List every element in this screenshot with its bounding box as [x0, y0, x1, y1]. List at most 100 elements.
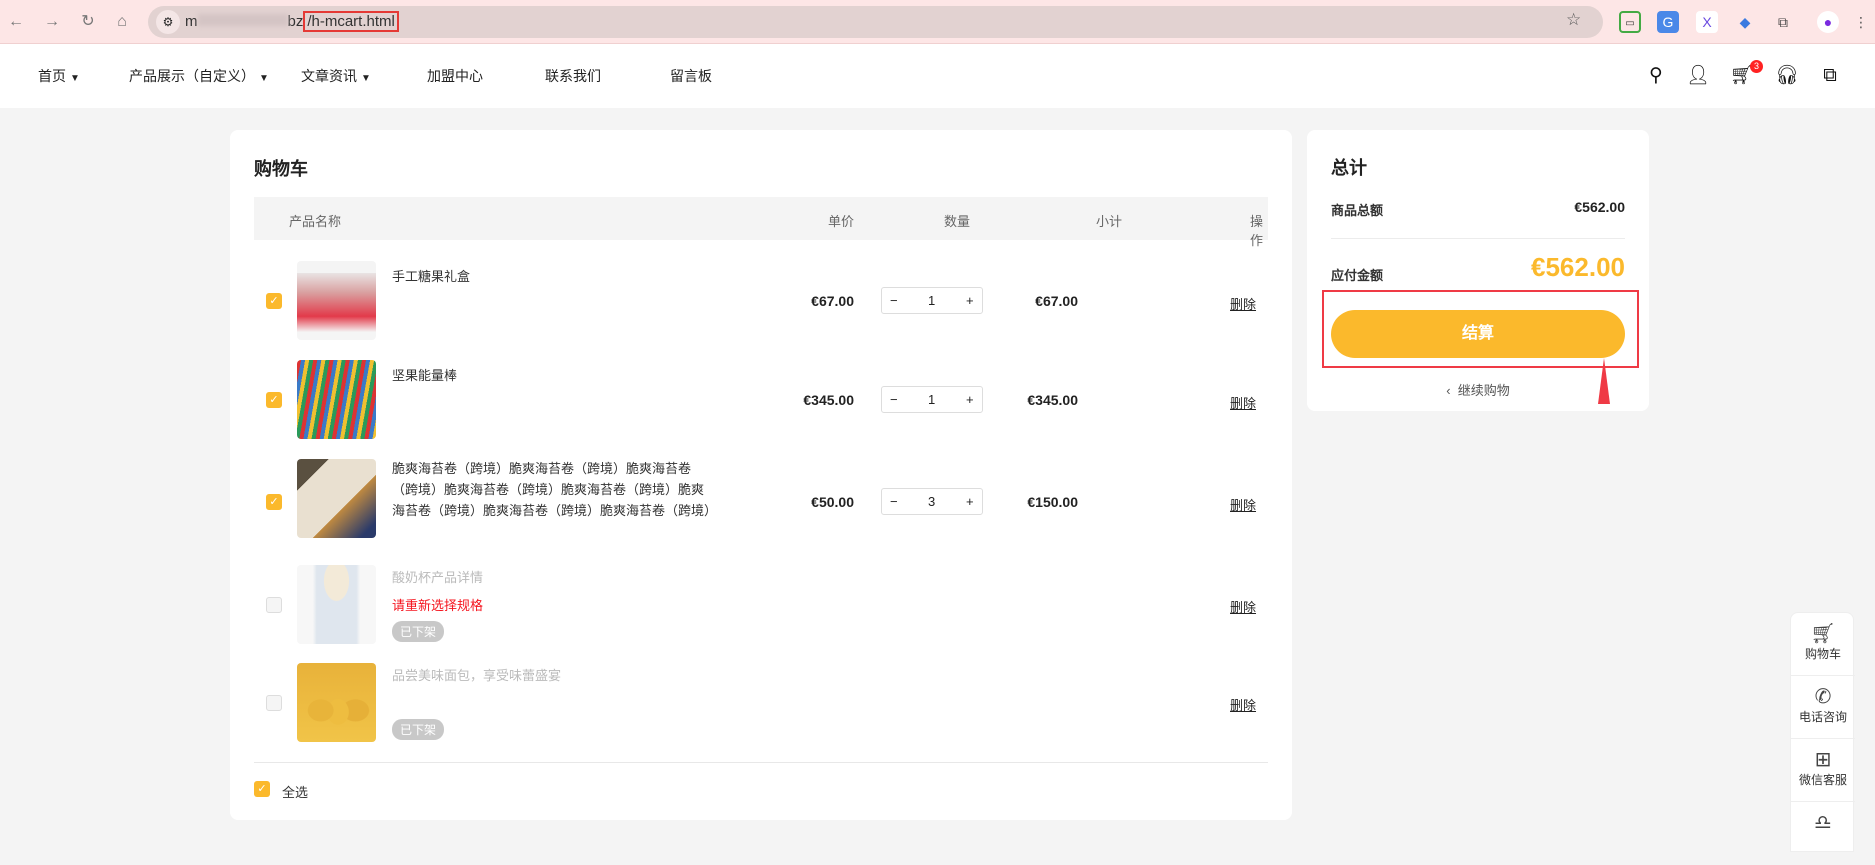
decrement-button[interactable]: − — [890, 392, 898, 407]
cart-table-header: 产品名称 单价 数量 小计 操作 — [254, 197, 1268, 248]
nav-contact[interactable]: 联系我们 — [545, 66, 601, 86]
payable-label: 应付金额 — [1331, 268, 1384, 283]
float-cart[interactable]: 🛒︎ 购物车 — [1791, 613, 1855, 676]
product-image[interactable] — [297, 261, 376, 340]
extensions-icon[interactable]: ⧉ — [1772, 11, 1794, 33]
quantity-input[interactable]: 1 — [928, 392, 935, 407]
site-nav: 首页 ▼ 产品展示（自定义） ▼ 文章资讯 ▼ 加盟中心 联系我们 留言板 ⚲ 👤︎ … — [0, 44, 1875, 108]
product-image[interactable] — [297, 459, 376, 538]
item-checkbox-disabled — [266, 695, 282, 711]
product-image[interactable] — [297, 663, 376, 742]
col-action: 操作 — [1250, 214, 1264, 248]
goods-total-value: €562.00 — [1574, 199, 1625, 215]
nav-franchise[interactable]: 加盟中心 — [427, 66, 483, 86]
delete-link[interactable]: 删除 — [1230, 597, 1256, 616]
delete-link[interactable]: 删除 — [1230, 495, 1256, 514]
cart-row-unavailable: 品尝美味面包，享受味蕾盛宴 已下架 删除 — [230, 663, 1292, 753]
x-extension-icon[interactable]: X — [1696, 11, 1718, 33]
url-prefix: m — [185, 13, 198, 30]
url-path-highlight: /h-mcart.html — [303, 11, 399, 32]
user-icon[interactable]: 👤︎ — [1686, 64, 1710, 88]
subtotal: €150.00 — [1027, 494, 1078, 510]
col-subtotal: 小计 — [1095, 214, 1122, 229]
nav-products[interactable]: 产品展示（自定义） ▼ — [129, 66, 269, 86]
cart-row: ✓ 坚果能量棒 €345.00 − 1 + €345.00 删除 — [230, 359, 1292, 449]
cart-row: ✓ 手工糖果礼盒 €67.00 − 1 + €67.00 删除 — [230, 260, 1292, 350]
product-image[interactable] — [297, 360, 376, 439]
increment-button[interactable]: + — [966, 392, 974, 407]
float-qq[interactable]: ♎︎ — [1791, 802, 1855, 865]
float-label: 微信客服 — [1798, 773, 1847, 787]
item-checkbox[interactable]: ✓ — [266, 494, 282, 510]
decrement-button[interactable]: − — [890, 293, 898, 308]
select-all-label[interactable]: 全选 — [282, 782, 308, 801]
divider — [1331, 238, 1625, 239]
nav-label: 文章资讯 — [301, 68, 357, 84]
unit-price: €50.00 — [811, 494, 854, 510]
subtotal: €345.00 — [1027, 392, 1078, 408]
product-name[interactable]: 酸奶杯产品详情 — [392, 567, 712, 588]
forward-icon[interactable]: → — [40, 10, 64, 34]
increment-button[interactable]: + — [966, 494, 974, 509]
payable-value: €562.00 — [1531, 252, 1625, 282]
tag-extension-icon[interactable]: ◆ — [1734, 11, 1756, 33]
item-checkbox[interactable]: ✓ — [266, 392, 282, 408]
product-name[interactable]: 手工糖果礼盒 — [392, 266, 712, 287]
menu-icon[interactable]: ⋮ — [1850, 11, 1872, 33]
qr-icon: ⊞ — [1814, 749, 1832, 771]
url-redacted — [197, 14, 288, 26]
quantity-stepper: − 1 + — [881, 386, 983, 413]
quantity-stepper: − 3 + — [881, 488, 983, 515]
translate-extension-icon[interactable]: G — [1657, 11, 1679, 33]
nav-label: 产品展示（自定义） — [129, 68, 255, 84]
cart-panel: 购物车 产品名称 单价 数量 小计 操作 ✓ 手工糖果礼盒 €67.00 − 1… — [230, 130, 1292, 820]
search-icon[interactable]: ⚲ — [1644, 64, 1668, 88]
summary-title: 总计 — [1331, 158, 1367, 178]
site-settings-icon[interactable]: ⚙ — [156, 10, 180, 34]
caret-down-icon: ▼ — [70, 73, 80, 84]
reload-icon[interactable]: ↻ — [76, 10, 100, 34]
select-all-checkbox[interactable]: ✓ — [254, 781, 270, 797]
nav-articles[interactable]: 文章资讯 ▼ — [301, 66, 371, 86]
url-host: bz — [287, 13, 304, 30]
product-name[interactable]: 脆爽海苔卷（跨境）脆爽海苔卷（跨境）脆爽海苔卷（跨境）脆爽海苔卷（跨境）脆爽海苔… — [392, 458, 717, 521]
float-label: 购物车 — [1804, 647, 1841, 661]
unit-price: €67.00 — [811, 293, 854, 309]
cart-title: 购物车 — [254, 159, 308, 179]
delete-link[interactable]: 删除 — [1230, 294, 1256, 313]
product-image[interactable] — [297, 565, 376, 644]
caret-down-icon: ▼ — [259, 73, 269, 84]
cart-row: ✓ 脆爽海苔卷（跨境）脆爽海苔卷（跨境）脆爽海苔卷（跨境）脆爽海苔卷（跨境）脆爽… — [230, 458, 1292, 548]
delete-link[interactable]: 删除 — [1230, 695, 1256, 714]
back-icon[interactable]: ← — [4, 10, 28, 34]
delete-link[interactable]: 删除 — [1230, 393, 1256, 412]
quantity-input[interactable]: 1 — [928, 293, 935, 308]
product-name[interactable]: 坚果能量棒 — [392, 365, 712, 386]
goods-total-label: 商品总额 — [1331, 203, 1384, 218]
float-phone[interactable]: ✆ 电话咨询 — [1791, 676, 1855, 739]
product-name[interactable]: 品尝美味面包，享受味蕾盛宴 — [392, 665, 712, 686]
headset-icon[interactable]: 🎧︎ — [1775, 64, 1799, 88]
float-label: 电话咨询 — [1798, 710, 1847, 724]
col-price: 单价 — [827, 214, 854, 229]
cart-icon: 🛒︎ — [1810, 623, 1836, 645]
nav-home[interactable]: 首页 ▼ — [38, 66, 80, 86]
summary-panel: 总计 商品总额 €562.00 应付金额 €562.00 结算 ‹ 继续购物 — [1307, 130, 1649, 411]
decrement-button[interactable]: − — [890, 494, 898, 509]
increment-button[interactable]: + — [966, 293, 974, 308]
spec-warning: 请重新选择规格 — [392, 598, 484, 613]
browser-toolbar: ← → ↻ ⌂ ⚙ ☆ m bz/h-mcart.html ▭ G X ◆ ⧉ ●… — [0, 0, 1875, 44]
col-qty: 数量 — [944, 214, 971, 229]
url-text[interactable]: m bz/h-mcart.html — [185, 11, 399, 32]
float-wechat[interactable]: ⊞ 微信客服 — [1791, 739, 1855, 802]
floating-sidebar: 🛒︎ 购物车 ✆ 电话咨询 ⊞ 微信客服 ♎︎ — [1790, 612, 1855, 852]
screenshot-extension-icon[interactable]: ▭ — [1619, 11, 1641, 33]
bookmark-star-icon[interactable]: ☆ — [1566, 10, 1581, 30]
continue-shopping-link[interactable]: ‹ 继续购物 — [1307, 380, 1649, 399]
nav-guestbook[interactable]: 留言板 — [670, 66, 712, 86]
home-icon[interactable]: ⌂ — [110, 10, 134, 34]
language-icon[interactable]: ⧉ — [1818, 64, 1842, 88]
item-checkbox[interactable]: ✓ — [266, 293, 282, 309]
profile-avatar[interactable]: ● — [1817, 11, 1839, 33]
quantity-input[interactable]: 3 — [928, 494, 935, 509]
